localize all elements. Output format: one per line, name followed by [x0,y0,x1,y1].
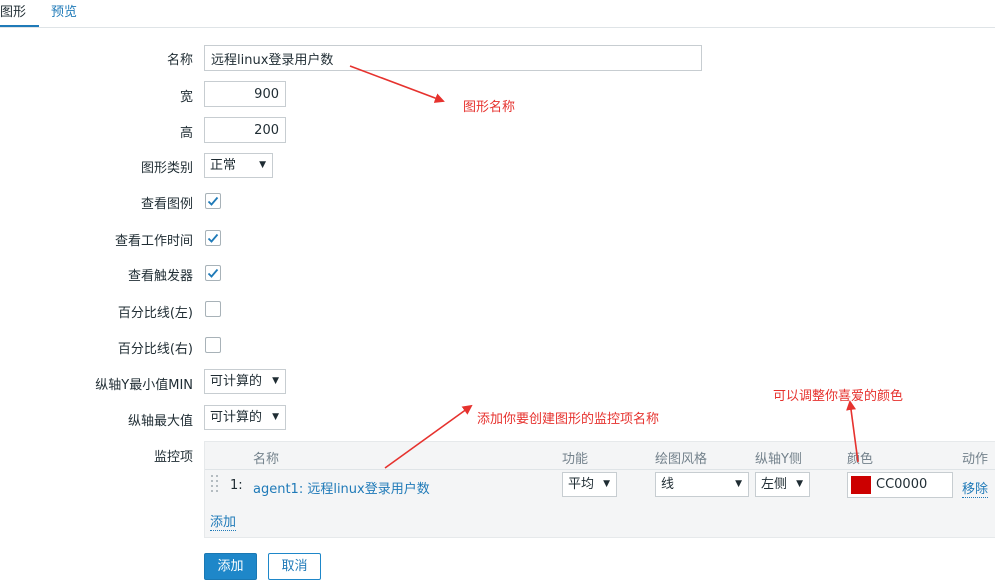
arrow-to-color [846,400,859,463]
arrow-to-graph-name [349,65,445,103]
arrow-to-item-name [384,404,473,469]
annotation-arrows [349,65,859,469]
